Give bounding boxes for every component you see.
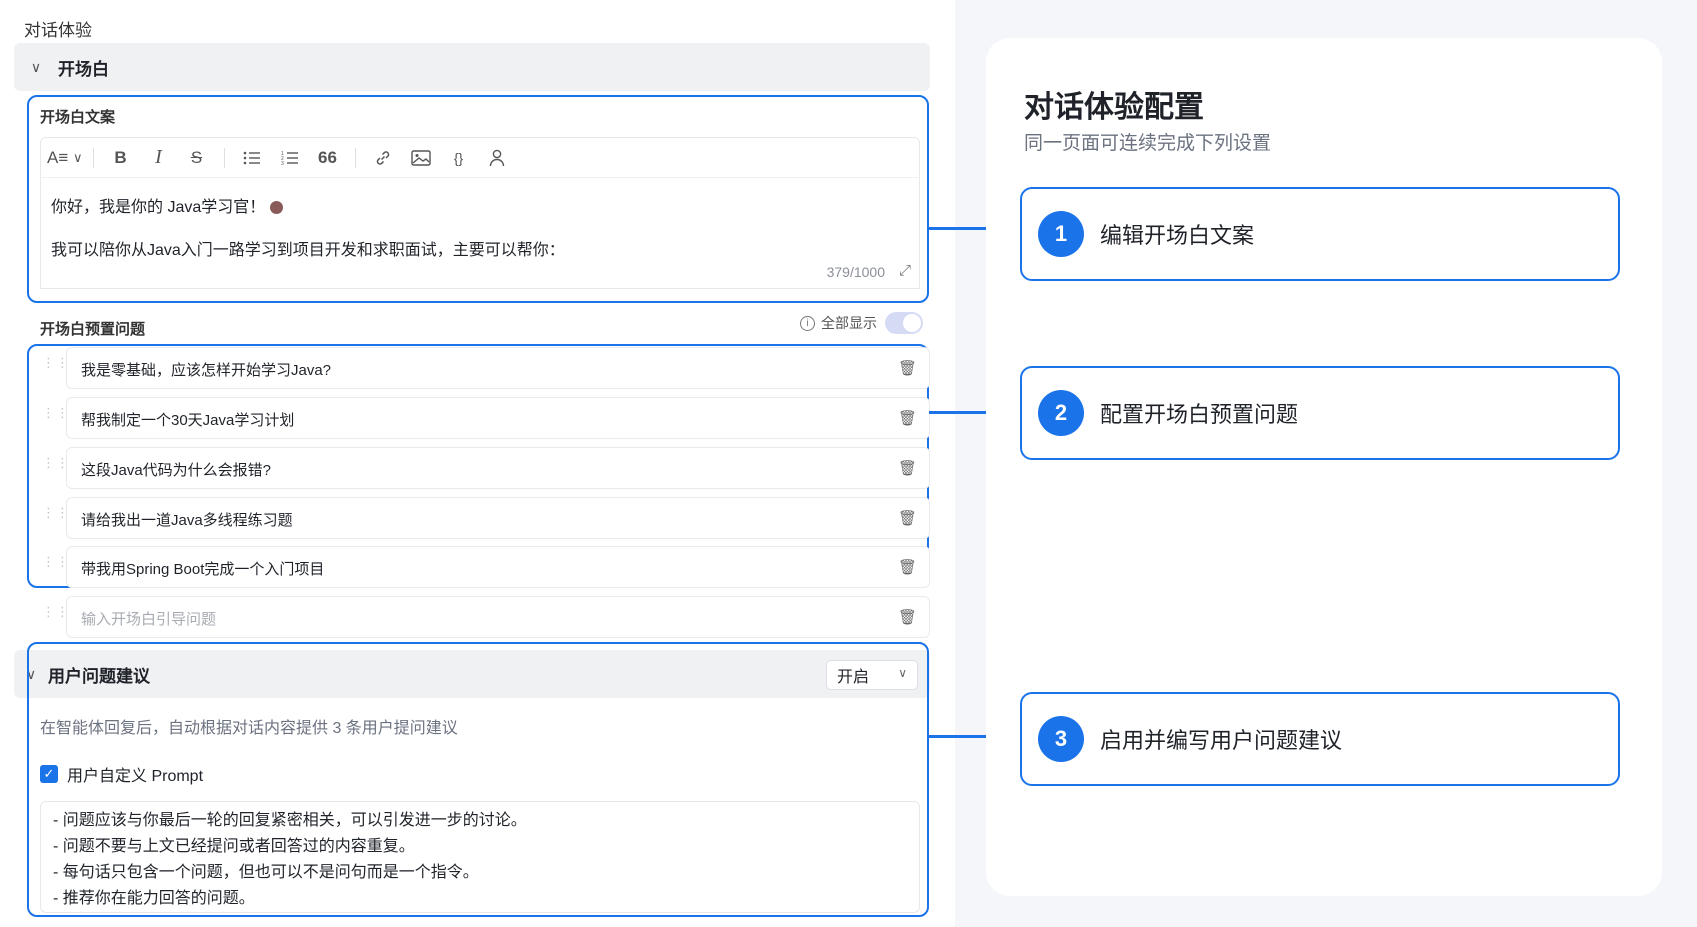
trash-icon[interactable]: 🗑 bbox=[898, 509, 917, 527]
check-icon: ✓ bbox=[43, 766, 55, 781]
character-counter: 379/1000 bbox=[826, 264, 885, 280]
question-text: 请给我出一道Java多线程练习题 bbox=[81, 512, 293, 529]
step-card-3: 3 启用并编写用户问题建议 bbox=[1020, 692, 1620, 786]
question-text: 这段Java代码为什么会报错? bbox=[81, 462, 272, 479]
svg-text:3: 3 bbox=[281, 161, 284, 166]
question-text: 帮我制定一个30天Java学习计划 bbox=[81, 412, 295, 429]
custom-prompt-row: ✓ 用户自定义 Prompt bbox=[40, 762, 203, 786]
bold-button[interactable]: B bbox=[104, 143, 138, 173]
list-item: ⋮⋮ 带我用Spring Boot完成一个入门项目 🗑 bbox=[28, 546, 930, 588]
coffee-emoji-icon bbox=[269, 201, 283, 215]
question-text: 带我用Spring Boot完成一个入门项目 bbox=[81, 561, 325, 578]
opener-copy-editor[interactable]: 你好，我是你的 Java学习官！ 我可以陪你从Java入门一路学习到项目开发和求… bbox=[40, 177, 920, 289]
list-item: ⋮⋮ 请给我出一道Java多线程练习题 🗑 bbox=[28, 497, 930, 539]
opener-collapse-header[interactable]: ∨ 开场白 bbox=[14, 43, 930, 91]
expand-icon[interactable]: ⤢ bbox=[899, 262, 911, 279]
trash-icon[interactable]: 🗑 bbox=[898, 359, 917, 377]
show-all-switch[interactable] bbox=[885, 312, 923, 334]
prompt-line: - 问题应该与你最后一轮的回复紧密相关，可以引发进一步的讨论。 bbox=[53, 812, 527, 829]
suggestions-description: 在智能体回复后，自动根据对话内容提供 3 条用户提问建议 bbox=[40, 720, 458, 737]
step-number-badge: 2 bbox=[1038, 390, 1084, 436]
preset-questions-label: 开场白预置问题 bbox=[40, 321, 146, 338]
info-icon: i bbox=[800, 315, 815, 331]
chevron-down-icon: ∨ bbox=[73, 149, 83, 165]
bullet-list-icon[interactable] bbox=[235, 143, 269, 173]
panel-title: 对话体验配置 bbox=[1024, 91, 1204, 124]
italic-button[interactable]: I bbox=[142, 143, 176, 173]
step-label: 配置开场白预置问题 bbox=[1100, 402, 1299, 427]
show-all-label: 全部显示 bbox=[821, 315, 877, 331]
new-question-input[interactable]: 输入开场白引导问题 🗑 bbox=[66, 596, 930, 638]
trash-icon[interactable]: 🗑 bbox=[898, 558, 917, 576]
chevron-down-icon[interactable]: ∨ bbox=[14, 59, 58, 76]
numbered-list-icon[interactable]: 123 bbox=[273, 143, 307, 173]
editor-line: 你好，我是你的 Java学习官！ bbox=[51, 199, 266, 216]
font-size-button[interactable]: A≡ ∨ bbox=[47, 143, 83, 173]
list-item: ⋮⋮ 这段Java代码为什么会报错? 🗑 bbox=[28, 447, 930, 489]
question-input[interactable]: 请给我出一道Java多线程练习题 🗑 bbox=[66, 497, 930, 539]
question-placeholder: 输入开场白引导问题 bbox=[81, 611, 217, 628]
question-input[interactable]: 这段Java代码为什么会报错? 🗑 bbox=[66, 447, 930, 489]
clipped-text-line bbox=[51, 288, 751, 289]
toolbar-divider bbox=[354, 147, 356, 168]
editor-line: 我可以陪你从Java入门一路学习到项目开发和求职面试，主要可以帮你： bbox=[51, 242, 565, 259]
custom-prompt-textarea[interactable]: - 问题应该与你最后一轮的回复紧密相关，可以引发进一步的讨论。 - 问题不要与上… bbox=[40, 801, 920, 913]
image-icon[interactable] bbox=[404, 143, 438, 173]
trash-icon[interactable]: 🗑 bbox=[898, 459, 917, 477]
question-text: 我是零基础，应该怎样开始学习Java? bbox=[81, 362, 332, 379]
prompt-line: - 每句话只包含一个问题，但也可以不是问句而是一个指令。 bbox=[53, 864, 479, 881]
new-question-row: ⋮⋮ 输入开场白引导问题 🗑 bbox=[28, 596, 930, 638]
question-input[interactable]: 帮我制定一个30天Java学习计划 🗑 bbox=[66, 397, 930, 439]
question-input[interactable]: 带我用Spring Boot完成一个入门项目 🗑 bbox=[66, 546, 930, 588]
switch-knob bbox=[903, 314, 921, 332]
prompt-line: - 问题不要与上文已经提问或者回答过的内容重复。 bbox=[53, 838, 415, 855]
step-label: 编辑开场白文案 bbox=[1100, 223, 1255, 248]
step-card-1: 1 编辑开场白文案 bbox=[1020, 187, 1620, 281]
list-item: ⋮⋮ 我是零基础，应该怎样开始学习Java? 🗑 bbox=[28, 347, 930, 389]
question-input[interactable]: 我是零基础，应该怎样开始学习Java? 🗑 bbox=[66, 347, 930, 389]
opener-copy-label: 开场白文案 bbox=[40, 109, 116, 126]
user-icon[interactable] bbox=[480, 143, 514, 173]
step-number-badge: 3 bbox=[1038, 716, 1084, 762]
step-number-badge: 1 bbox=[1038, 211, 1084, 257]
prompt-line: - 推荐你在能力回答的问题。 bbox=[53, 890, 255, 907]
trash-icon[interactable]: 🗑 bbox=[898, 409, 917, 427]
panel-subtitle: 同一页面可连续完成下列设置 bbox=[1024, 133, 1272, 154]
toolbar-divider bbox=[92, 147, 94, 168]
strikethrough-button[interactable]: S bbox=[180, 143, 214, 173]
custom-prompt-checkbox[interactable]: ✓ bbox=[40, 765, 58, 783]
link-icon[interactable] bbox=[366, 143, 400, 173]
trash-icon[interactable]: 🗑 bbox=[898, 608, 917, 626]
rich-text-toolbar: A≡ ∨ B I S 123 66 {} bbox=[40, 137, 920, 177]
code-button[interactable]: {} bbox=[442, 143, 476, 173]
opener-title: 开场白 bbox=[58, 59, 109, 79]
step-label: 启用并编写用户问题建议 bbox=[1100, 728, 1343, 753]
custom-prompt-label: 用户自定义 Prompt bbox=[67, 768, 204, 785]
list-item: ⋮⋮ 帮我制定一个30天Java学习计划 🗑 bbox=[28, 397, 930, 439]
step-card-2: 2 配置开场白预置问题 bbox=[1020, 366, 1620, 460]
section-title: 对话体验 bbox=[24, 21, 92, 40]
toolbar-divider bbox=[223, 147, 225, 168]
quote-button[interactable]: 66 bbox=[311, 143, 345, 173]
